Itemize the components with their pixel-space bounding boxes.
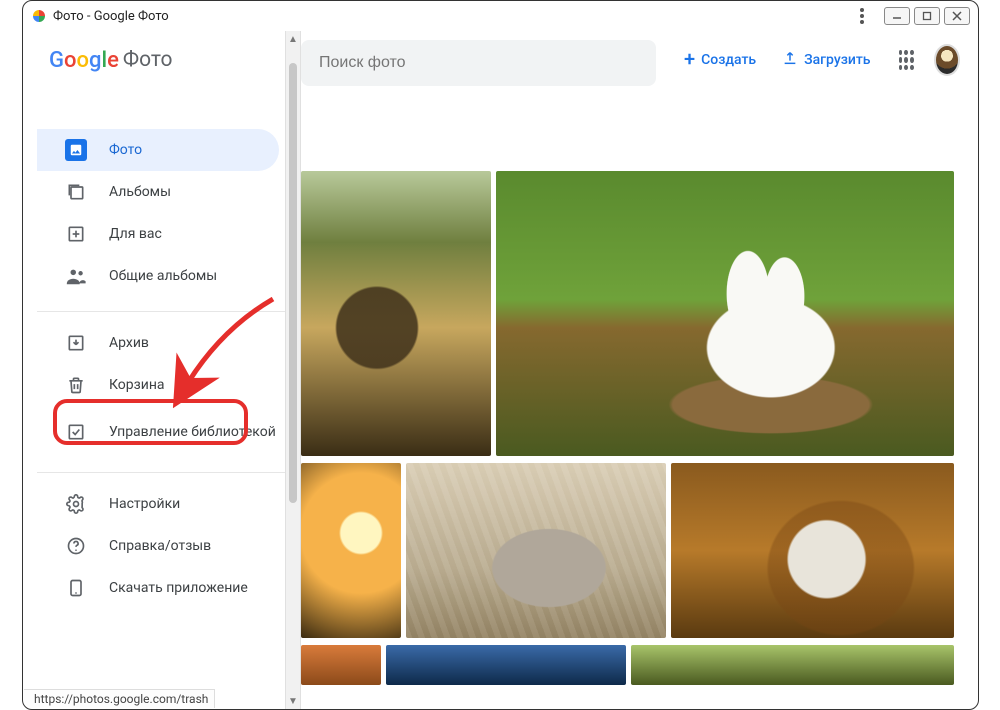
close-button[interactable] <box>944 7 970 25</box>
sidebar-item-photos[interactable]: Фото <box>37 129 279 171</box>
photo-thumbnail[interactable] <box>496 171 954 456</box>
app-icon <box>31 8 47 24</box>
scroll-down-icon[interactable]: ▼ <box>286 693 300 709</box>
sidebar-item-shared[interactable]: Общие альбомы <box>37 255 279 297</box>
sidebar-item-help[interactable]: Справка/отзыв <box>37 525 279 567</box>
photo-grid <box>301 171 954 685</box>
sidebar-item-label: Для вас <box>109 226 162 242</box>
shared-icon <box>65 265 87 287</box>
sidebar-item-label: Управление библиотекой <box>109 424 276 441</box>
scroll-up-icon[interactable]: ▲ <box>286 31 300 47</box>
scroll-thumb[interactable] <box>289 63 297 503</box>
help-icon <box>65 535 87 557</box>
sidebar-item-foryou[interactable]: Для вас <box>37 213 279 255</box>
trash-icon <box>65 374 87 396</box>
photo-thumbnail[interactable] <box>301 463 401 638</box>
main-area: + Создать Загрузить <box>301 31 978 709</box>
avatar[interactable] <box>934 44 960 76</box>
foryou-icon <box>65 223 87 245</box>
create-button[interactable]: + Создать <box>676 46 764 74</box>
archive-icon <box>65 332 87 354</box>
photo-thumbnail[interactable] <box>386 645 626 685</box>
sidebar-item-archive[interactable]: Архив <box>37 322 279 364</box>
sidebar-item-label: Фото <box>109 142 142 158</box>
maximize-button[interactable] <box>914 7 940 25</box>
upload-label: Загрузить <box>804 52 870 68</box>
sidebar-item-label: Общие альбомы <box>109 268 217 284</box>
status-bar-url: https://photos.google.com/trash <box>24 689 215 708</box>
sidebar-scrollbar[interactable]: ▲ ▼ <box>285 31 301 709</box>
window-title: Фото - Google Фото <box>53 9 169 24</box>
sidebar-item-trash[interactable]: Корзина <box>37 364 279 406</box>
app-window: Фото - Google Фото Google Фото Фото <box>22 0 979 710</box>
window-menu-icon[interactable] <box>852 6 872 26</box>
google-apps-icon[interactable] <box>899 50 915 70</box>
sidebar-item-label: Альбомы <box>109 184 171 200</box>
gear-icon <box>65 493 87 515</box>
titlebar: Фото - Google Фото <box>23 1 978 31</box>
create-label: Создать <box>701 52 756 68</box>
search-input[interactable] <box>317 53 640 73</box>
sidebar-item-download[interactable]: Скачать приложение <box>37 567 279 609</box>
albums-icon <box>65 181 87 203</box>
sidebar-item-label: Архив <box>109 335 149 351</box>
library-icon <box>65 421 87 443</box>
product-name: Фото <box>123 48 173 72</box>
sidebar-item-label: Корзина <box>109 377 165 393</box>
sidebar-item-label: Справка/отзыв <box>109 538 211 554</box>
sidebar-item-settings[interactable]: Настройки <box>37 483 279 525</box>
photo-thumbnail[interactable] <box>301 171 491 456</box>
sidebar-item-library-mgmt[interactable]: Управление библиотекой <box>37 406 279 458</box>
sidebar-item-label: Скачать приложение <box>109 580 248 596</box>
sidebar-item-label: Настройки <box>109 496 180 512</box>
header: + Создать Загрузить <box>301 31 978 89</box>
photo-thumbnail[interactable] <box>631 645 954 685</box>
photo-thumbnail[interactable] <box>671 463 954 638</box>
minimize-button[interactable] <box>884 7 910 25</box>
search-box[interactable] <box>301 40 656 86</box>
photos-icon <box>65 139 87 161</box>
logo[interactable]: Google Фото <box>37 31 285 89</box>
upload-button[interactable]: Загрузить <box>774 44 878 76</box>
upload-icon <box>782 50 798 70</box>
sidebar-item-albums[interactable]: Альбомы <box>37 171 279 213</box>
sidebar: Google Фото Фото Альбомы <box>37 31 285 709</box>
photo-thumbnail[interactable] <box>406 463 666 638</box>
photo-thumbnail[interactable] <box>301 645 381 685</box>
download-icon <box>65 577 87 599</box>
